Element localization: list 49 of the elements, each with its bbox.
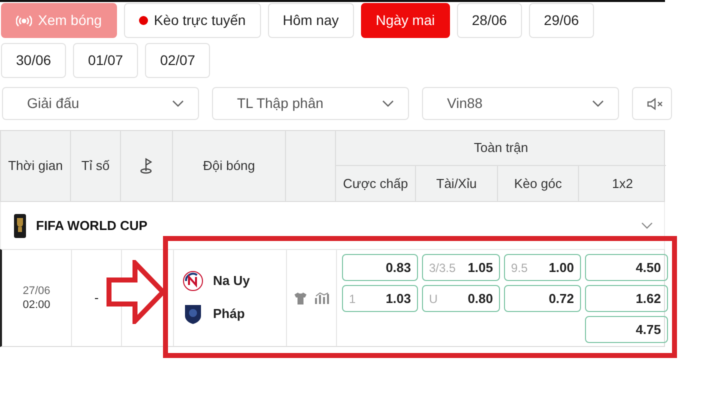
chevron-down-icon: [641, 222, 653, 229]
odds-button[interactable]: 0.83: [342, 254, 418, 281]
odds-button[interactable]: 1.62: [585, 285, 668, 312]
column-header: Kèo góc: [498, 166, 579, 201]
match-score: -: [94, 289, 99, 308]
column-header: Tỉ số: [71, 131, 121, 201]
bar-chart-icon[interactable]: [315, 292, 329, 304]
team-crest-icon: [183, 271, 203, 291]
date-tab[interactable]: Hôm nay: [268, 3, 354, 38]
league-name: FIFA WORLD CUP: [36, 216, 148, 235]
date-tab[interactable]: Ngày mai: [360, 3, 450, 38]
odds-button[interactable]: U 0.80: [422, 285, 500, 312]
date-tab[interactable]: 02/07: [145, 43, 210, 78]
mute-button[interactable]: [632, 87, 672, 120]
chevron-down-icon: [592, 100, 604, 107]
odds-button[interactable]: 3/3.5 1.05: [422, 254, 500, 281]
column-header: Cược chấp: [336, 166, 416, 201]
date-tab[interactable]: 28/06: [456, 3, 522, 38]
broadcast-icon: [16, 14, 32, 26]
live-odds-button[interactable]: Kèo trực tuyến: [124, 3, 261, 38]
odds-button[interactable]: 4.50: [585, 254, 668, 281]
column-group-header: Toàn trận: [336, 131, 666, 166]
team-name: Na Uy: [213, 272, 250, 290]
odds-button[interactable]: 1 1.03: [342, 285, 418, 312]
odds-button[interactable]: 0.72: [504, 285, 581, 312]
column-header: Thời gian: [1, 131, 71, 201]
chevron-down-icon: [172, 100, 184, 107]
trophy-logo-icon: [14, 214, 26, 238]
match-date: 27/06: [22, 284, 50, 298]
arrow-annotation: [106, 260, 166, 324]
chevron-down-icon: [382, 100, 394, 107]
odds-button[interactable]: 9.5 1.00: [504, 254, 581, 281]
dropdown[interactable]: Giải đấu: [2, 87, 199, 120]
shirt-icon[interactable]: [294, 292, 307, 304]
column-header: Đội bóng: [173, 131, 286, 201]
dropdown[interactable]: Vin88: [422, 87, 619, 120]
column-header: 1x2: [611, 174, 634, 193]
match-time: 02:00: [22, 298, 50, 312]
date-tab[interactable]: 30/06: [1, 43, 66, 78]
dropdown[interactable]: TL Thập phân: [212, 87, 409, 120]
date-tab[interactable]: 01/07: [73, 43, 138, 78]
column-header: Tài/Xỉu: [416, 166, 498, 201]
team-name: Pháp: [213, 305, 245, 324]
team-shield-icon: [183, 303, 203, 325]
collapse-toggle[interactable]: [640, 220, 654, 230]
mute-icon: [647, 98, 665, 110]
odds-button[interactable]: 4.75: [585, 316, 668, 343]
flag-icon: [140, 158, 154, 174]
date-tab[interactable]: 29/06: [528, 3, 594, 38]
